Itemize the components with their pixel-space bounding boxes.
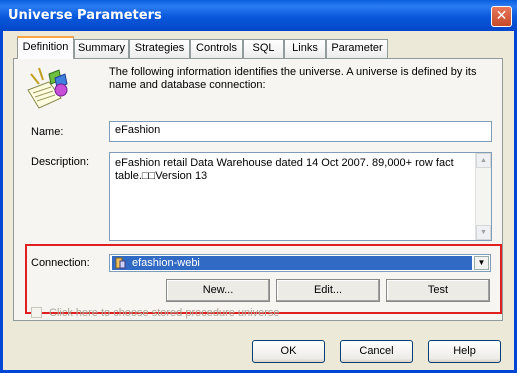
title-bar: Universe Parameters ✕ bbox=[0, 0, 517, 31]
scroll-down-icon[interactable]: ▼ bbox=[476, 225, 491, 240]
tab-definition[interactable]: Definition bbox=[17, 36, 74, 59]
tab-links[interactable]: Links bbox=[284, 39, 326, 58]
tab-parameter[interactable]: Parameter bbox=[326, 39, 388, 58]
ok-button[interactable]: OK bbox=[252, 340, 325, 363]
connection-label: Connection: bbox=[31, 257, 90, 269]
tab-summary[interactable]: Summary bbox=[74, 39, 129, 58]
cancel-button[interactable]: Cancel bbox=[340, 340, 413, 363]
tab-controls[interactable]: Controls bbox=[190, 39, 243, 58]
tab-sql[interactable]: SQL bbox=[243, 39, 284, 58]
test-connection-button[interactable]: Test bbox=[386, 279, 490, 302]
name-label: Name: bbox=[31, 126, 64, 138]
connection-select[interactable]: efashion-webi ▼ bbox=[109, 254, 491, 272]
universe-icon bbox=[27, 67, 68, 109]
stored-procedure-label: Click here to choose stored procedure un… bbox=[49, 307, 280, 319]
tab-strategies[interactable]: Strategies bbox=[129, 39, 190, 58]
intro-text: The following information identifies the… bbox=[109, 66, 477, 91]
description-label: Description: bbox=[31, 156, 90, 168]
connection-value: efashion-webi bbox=[132, 257, 200, 269]
window-title: Universe Parameters bbox=[8, 8, 162, 23]
description-text: eFashion retail Data Warehouse dated 14 … bbox=[115, 157, 454, 182]
stored-procedure-checkbox[interactable] bbox=[31, 307, 42, 318]
window-frame-left bbox=[0, 31, 3, 373]
new-connection-button[interactable]: New... bbox=[166, 279, 270, 302]
close-icon: ✕ bbox=[495, 8, 508, 24]
chevron-down-icon[interactable]: ▼ bbox=[474, 256, 489, 270]
database-icon bbox=[115, 257, 126, 269]
connection-selected: efashion-webi bbox=[112, 256, 472, 270]
edit-connection-button[interactable]: Edit... bbox=[276, 279, 380, 302]
name-field[interactable]: eFashion bbox=[109, 121, 492, 142]
scroll-up-icon[interactable]: ▲ bbox=[476, 153, 491, 168]
close-button[interactable]: ✕ bbox=[491, 6, 512, 27]
description-textarea[interactable]: eFashion retail Data Warehouse dated 14 … bbox=[109, 152, 492, 241]
help-button[interactable]: Help bbox=[428, 340, 501, 363]
description-scrollbar[interactable]: ▲ ▼ bbox=[475, 153, 491, 240]
